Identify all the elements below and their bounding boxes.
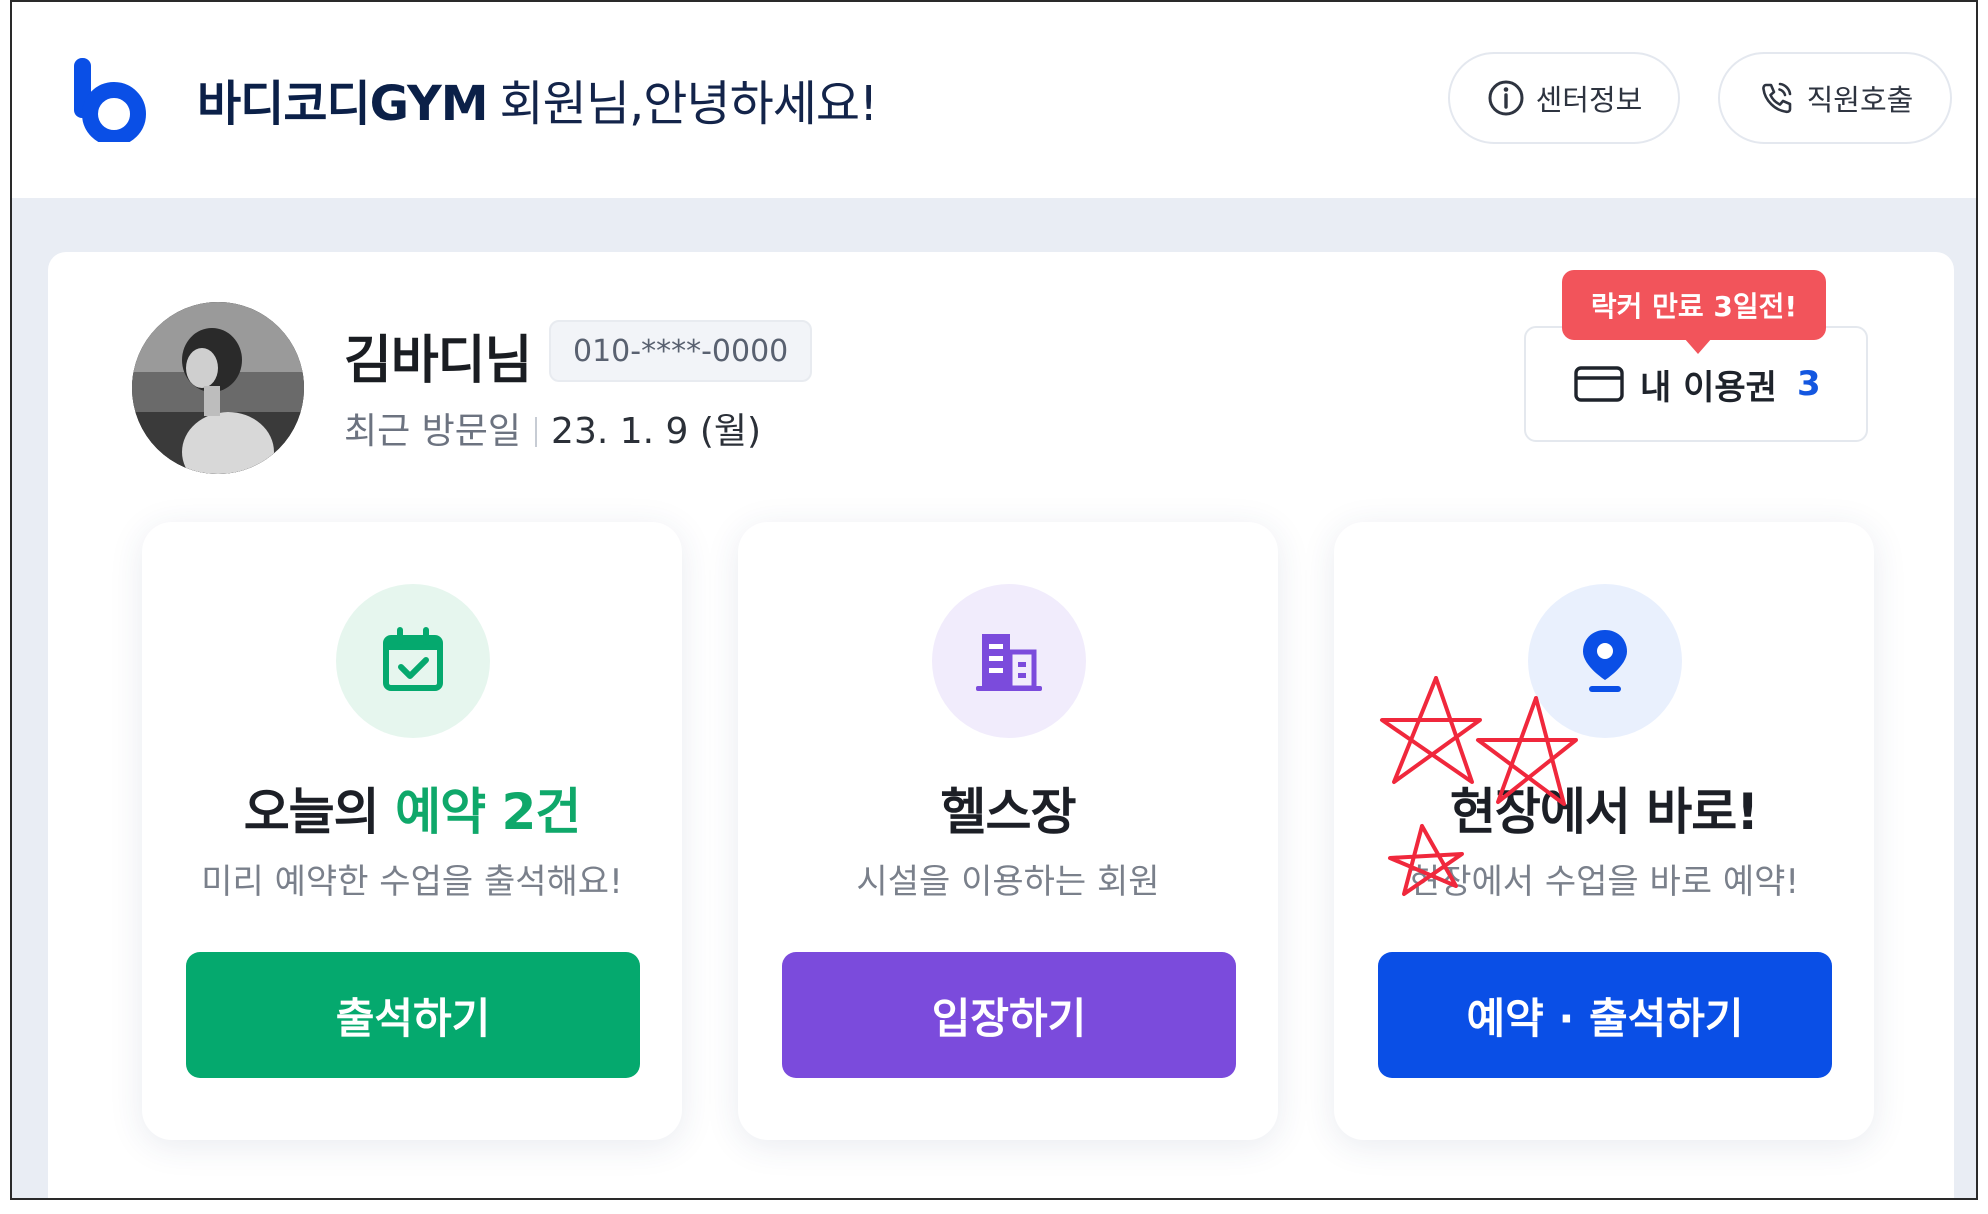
enter-button[interactable]: 입장하기 <box>782 952 1236 1078</box>
member-name: 김바디님 <box>344 331 532 391</box>
member-card: 김바디님 010-****-0000 최근 방문일 23. 1. 9 (월) 내 … <box>48 252 1954 1198</box>
divider <box>535 417 538 447</box>
tile-title: 헬스장 <box>940 783 1077 841</box>
locker-expiry-badge: 락커 만료 3일전! <box>1562 270 1826 354</box>
last-visit-label: 최근 방문일 <box>344 411 522 452</box>
page-title: 바디코디GYM 회원님,안녕하세요! <box>197 64 879 134</box>
header: 바디코디GYM 회원님,안녕하세요! 센터정보 직원호출 <box>12 2 1976 198</box>
last-visit: 최근 방문일 23. 1. 9 (월) <box>344 402 761 454</box>
tile-subtitle: 미리 예약한 수업을 출석해요! <box>201 862 623 902</box>
building-icon <box>976 634 1042 691</box>
my-ticket-label: 내 이용권 <box>1640 367 1777 408</box>
avatar[interactable] <box>132 302 304 474</box>
tile-title: 오늘의 예약 2건 <box>142 772 682 844</box>
center-info-label: 센터정보 <box>1535 83 1643 117</box>
phone-badge: 010-****-0000 <box>549 320 813 382</box>
gym-card: 헬스장 시설을 이용하는 회원 입장하기 <box>738 522 1278 1140</box>
tile-icon-circle <box>932 584 1086 738</box>
brand-logo-icon[interactable] <box>74 58 146 142</box>
check-in-button[interactable]: 출석하기 <box>186 952 640 1078</box>
info-circle-icon <box>1488 80 1524 116</box>
gym-name: 바디코디GYM <box>197 76 489 132</box>
reserve-check-in-button[interactable]: 예약 · 출석하기 <box>1378 952 1832 1078</box>
tile-subtitle: 시설을 이용하는 회원 <box>856 862 1160 902</box>
main-content: 김바디님 010-****-0000 최근 방문일 23. 1. 9 (월) 내 … <box>12 198 1976 1198</box>
last-visit-date: 23. 1. 9 (월) <box>551 411 762 452</box>
call-staff-button[interactable]: 직원호출 <box>1718 52 1952 144</box>
greeting-text: 회원님,안녕하세요! <box>499 76 879 132</box>
card-icon <box>1574 366 1624 402</box>
reservation-count: 예약 2건 <box>395 783 581 841</box>
hand-drawn-stars-icon <box>1380 676 1578 896</box>
profile-photo <box>132 302 304 474</box>
today-reservation-card: 오늘의 예약 2건 미리 예약한 수업을 출석해요! 출석하기 <box>142 522 682 1140</box>
center-info-button[interactable]: 센터정보 <box>1448 52 1680 144</box>
ticket-count: 3 <box>1796 364 1821 404</box>
phone-call-icon <box>1761 82 1791 114</box>
tile-icon-circle <box>336 584 490 738</box>
app-window: 바디코디GYM 회원님,안녕하세요! 센터정보 직원호출 김바디님 010-**… <box>10 0 1978 1200</box>
tile-title-plain: 오늘의 <box>243 783 380 841</box>
call-staff-label: 직원호출 <box>1806 83 1914 117</box>
calendar-check-icon <box>383 627 443 691</box>
